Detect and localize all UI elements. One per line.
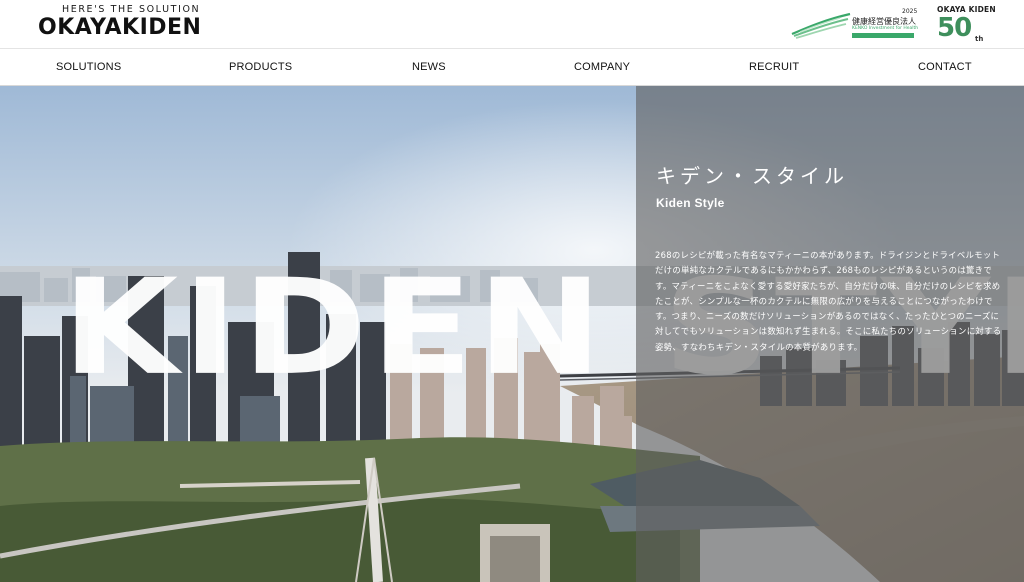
company-logo[interactable]: HERE'S THE SOLUTION OKAYAKIDEN bbox=[38, 4, 202, 44]
leaf-swoosh-icon bbox=[791, 12, 851, 39]
logo-tagline: HERE'S THE SOLUTION bbox=[62, 4, 201, 15]
anniversary-number: 50 bbox=[937, 13, 972, 43]
badge-year: 2025 bbox=[902, 8, 918, 15]
nav-company[interactable]: COMPANY bbox=[574, 61, 630, 73]
health-management-badge: 2025 健康経営優良法人 KENKO Investment for Healt… bbox=[790, 8, 919, 42]
hero-title-jp: キデン・スタイル bbox=[656, 164, 848, 188]
logo-wordmark: OKAYAKIDEN bbox=[38, 15, 202, 40]
hero-title-en: Kiden Style bbox=[656, 196, 725, 210]
nav-recruit[interactable]: RECRUIT bbox=[749, 61, 799, 73]
hero-section: KIDEN STYLE キデン・スタイル Kiden Style 268のレシピ… bbox=[0, 86, 1024, 582]
main-navigation: SOLUTIONS PRODUCTS NEWS COMPANY RECRUIT … bbox=[0, 48, 1024, 86]
anniversary-logo: OKAYA KIDEN 50 th bbox=[935, 5, 996, 45]
site-header: HERE'S THE SOLUTION OKAYAKIDEN 2025 健康経営… bbox=[0, 0, 1024, 48]
nav-solutions[interactable]: SOLUTIONS bbox=[56, 61, 121, 73]
nav-news[interactable]: NEWS bbox=[412, 61, 446, 73]
hero-paragraph: 268のレシピが載った有名なマティーニの本があります。ドライジンとドライベルモッ… bbox=[655, 250, 1002, 352]
badge-green-bar bbox=[852, 33, 914, 38]
nav-products[interactable]: PRODUCTS bbox=[229, 61, 292, 73]
nav-contact[interactable]: CONTACT bbox=[918, 61, 972, 73]
anniversary-suffix: th bbox=[975, 35, 984, 43]
badge-subtitle: KENKO Investment for Health bbox=[852, 26, 919, 31]
